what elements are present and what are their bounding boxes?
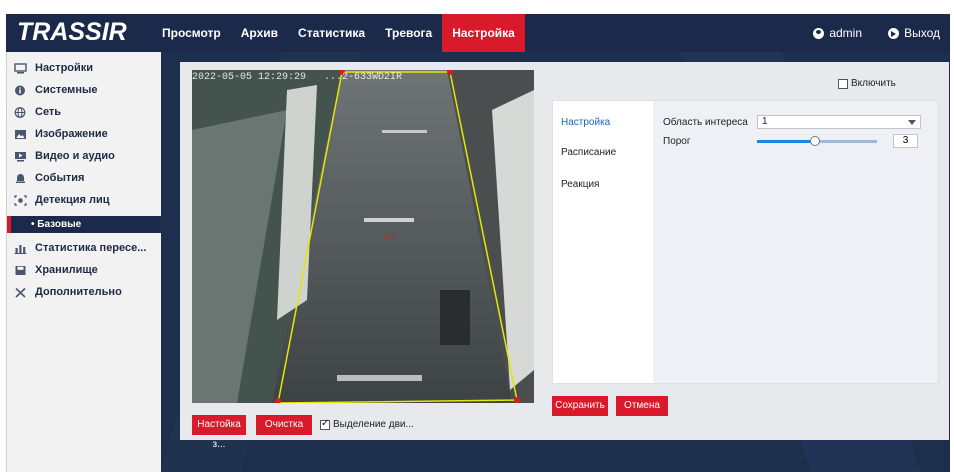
clear-button[interactable]: Очистка: [256, 415, 312, 435]
user-name: admin: [829, 26, 862, 40]
sidebar-item-label: Настройки: [35, 62, 94, 74]
threshold-slider-handle[interactable]: [809, 136, 820, 146]
sidebar-item-settings[interactable]: Настройки: [7, 58, 162, 78]
camera-name-overlay: ...2-633WD2IR: [324, 72, 403, 83]
enable-checkbox[interactable]: [838, 78, 848, 89]
threshold-slider-fill: [757, 140, 815, 143]
face-icon: [14, 194, 27, 206]
save-button[interactable]: Сохранить: [552, 396, 608, 416]
tab-reaction[interactable]: Реакция: [561, 179, 599, 190]
sidebar-item-label: Видео и аудио: [35, 150, 115, 162]
tab-settings[interactable]: Настройка: [561, 117, 610, 128]
threshold-label: Порог: [663, 136, 691, 147]
sidebar-item-video-audio[interactable]: Видео и аудио: [7, 146, 162, 166]
camera-preview[interactable]: 2022-05-05 12:29:29 ...2-633WD2IR #1: [192, 70, 534, 403]
sidebar-item-label: Детекция лиц: [35, 194, 110, 206]
main-nav: Просмотр Архив Статистика Тревога Настро…: [152, 14, 525, 52]
settings-panel: 2022-05-05 12:29:29 ...2-633WD2IR #1 Нас…: [180, 62, 949, 450]
nav-item-view[interactable]: Просмотр: [152, 14, 231, 52]
sidebar-item-events[interactable]: События: [7, 168, 162, 188]
nav-item-archive[interactable]: Архив: [231, 14, 288, 52]
roi-label: Область интереса: [663, 117, 748, 128]
motion-highlight-checkbox[interactable]: [320, 418, 330, 430]
camera-scene: [192, 70, 534, 403]
sidebar-item-label: Дополнительно: [35, 286, 122, 298]
stats-icon: [14, 244, 27, 254]
sidebar-item-system[interactable]: Системные: [7, 80, 162, 100]
enable-label: Включить: [851, 78, 896, 89]
sidebar-item-label: Хранилище: [35, 264, 98, 276]
settings-icon: [14, 62, 27, 73]
sidebar: Настройки Системные Сеть Изображение Вид…: [6, 52, 162, 472]
nav-item-statistics[interactable]: Статистика: [288, 14, 375, 52]
threshold-input[interactable]: 3: [893, 134, 918, 148]
user-menu[interactable]: admin: [813, 14, 862, 52]
timestamp-overlay: 2022-05-05 12:29:29: [192, 72, 307, 83]
video-icon: [15, 151, 26, 161]
sidebar-item-label: Статистика пересе...: [35, 242, 147, 254]
roi-select[interactable]: 1: [757, 115, 921, 129]
sidebar-item-label: События: [35, 172, 85, 184]
settings-content: Область интереса 1 Порог 3: [653, 101, 938, 383]
info-icon: [15, 85, 25, 95]
sidebar-item-advanced[interactable]: Дополнительно: [7, 282, 162, 302]
main-area: 2022-05-05 12:29:29 ...2-633WD2IR #1 Нас…: [161, 52, 950, 472]
zone-label: #1: [384, 232, 396, 243]
tools-icon: [15, 287, 26, 298]
sidebar-item-label: Изображение: [35, 128, 108, 140]
globe-icon: [14, 106, 26, 118]
nav-item-settings[interactable]: Настройка: [442, 14, 525, 52]
sidebar-item-image[interactable]: Изображение: [7, 124, 162, 144]
cancel-button[interactable]: Отмена: [616, 396, 668, 416]
brand-text: TRASSIR: [17, 18, 127, 46]
nav-item-alarm[interactable]: Тревога: [375, 14, 442, 52]
enable-toggle[interactable]: Включить: [838, 78, 896, 89]
user-icon: [813, 27, 825, 39]
threshold-slider[interactable]: [757, 136, 877, 146]
zone-settings-button[interactable]: Настойка з...: [192, 415, 246, 450]
roi-value: 1: [762, 116, 768, 127]
sidebar-item-storage[interactable]: Хранилище: [7, 260, 162, 280]
detection-settings: Настройка Расписание Реакция Область инт…: [552, 100, 939, 384]
sidebar-item-label: Системные: [35, 84, 98, 96]
settings-tabs: Настройка Расписание Реакция: [553, 101, 653, 383]
sidebar-item-statistics[interactable]: Статистика пересе...: [7, 238, 162, 258]
logout-label: Выход: [904, 26, 940, 40]
logout-button[interactable]: Выход: [888, 14, 940, 52]
sidebar-item-face-detection[interactable]: Детекция лиц: [7, 190, 162, 210]
logout-icon: [888, 27, 900, 39]
tab-schedule[interactable]: Расписание: [561, 147, 616, 158]
sidebar-item-network[interactable]: Сеть: [7, 102, 162, 122]
motion-highlight-toggle[interactable]: Выделение дви...: [320, 418, 414, 430]
image-icon: [15, 129, 26, 139]
event-icon: [16, 173, 25, 183]
top-navbar: TRASSIR Просмотр Архив Статистика Тревог…: [6, 14, 950, 52]
chevron-down-icon: [908, 120, 916, 125]
brand-logo: TRASSIR: [17, 19, 127, 45]
sidebar-subitem-basic[interactable]: • Базовые: [7, 216, 162, 233]
storage-icon: [15, 265, 26, 275]
sidebar-item-label: Сеть: [35, 106, 62, 118]
motion-highlight-label: Выделение дви...: [333, 419, 414, 430]
